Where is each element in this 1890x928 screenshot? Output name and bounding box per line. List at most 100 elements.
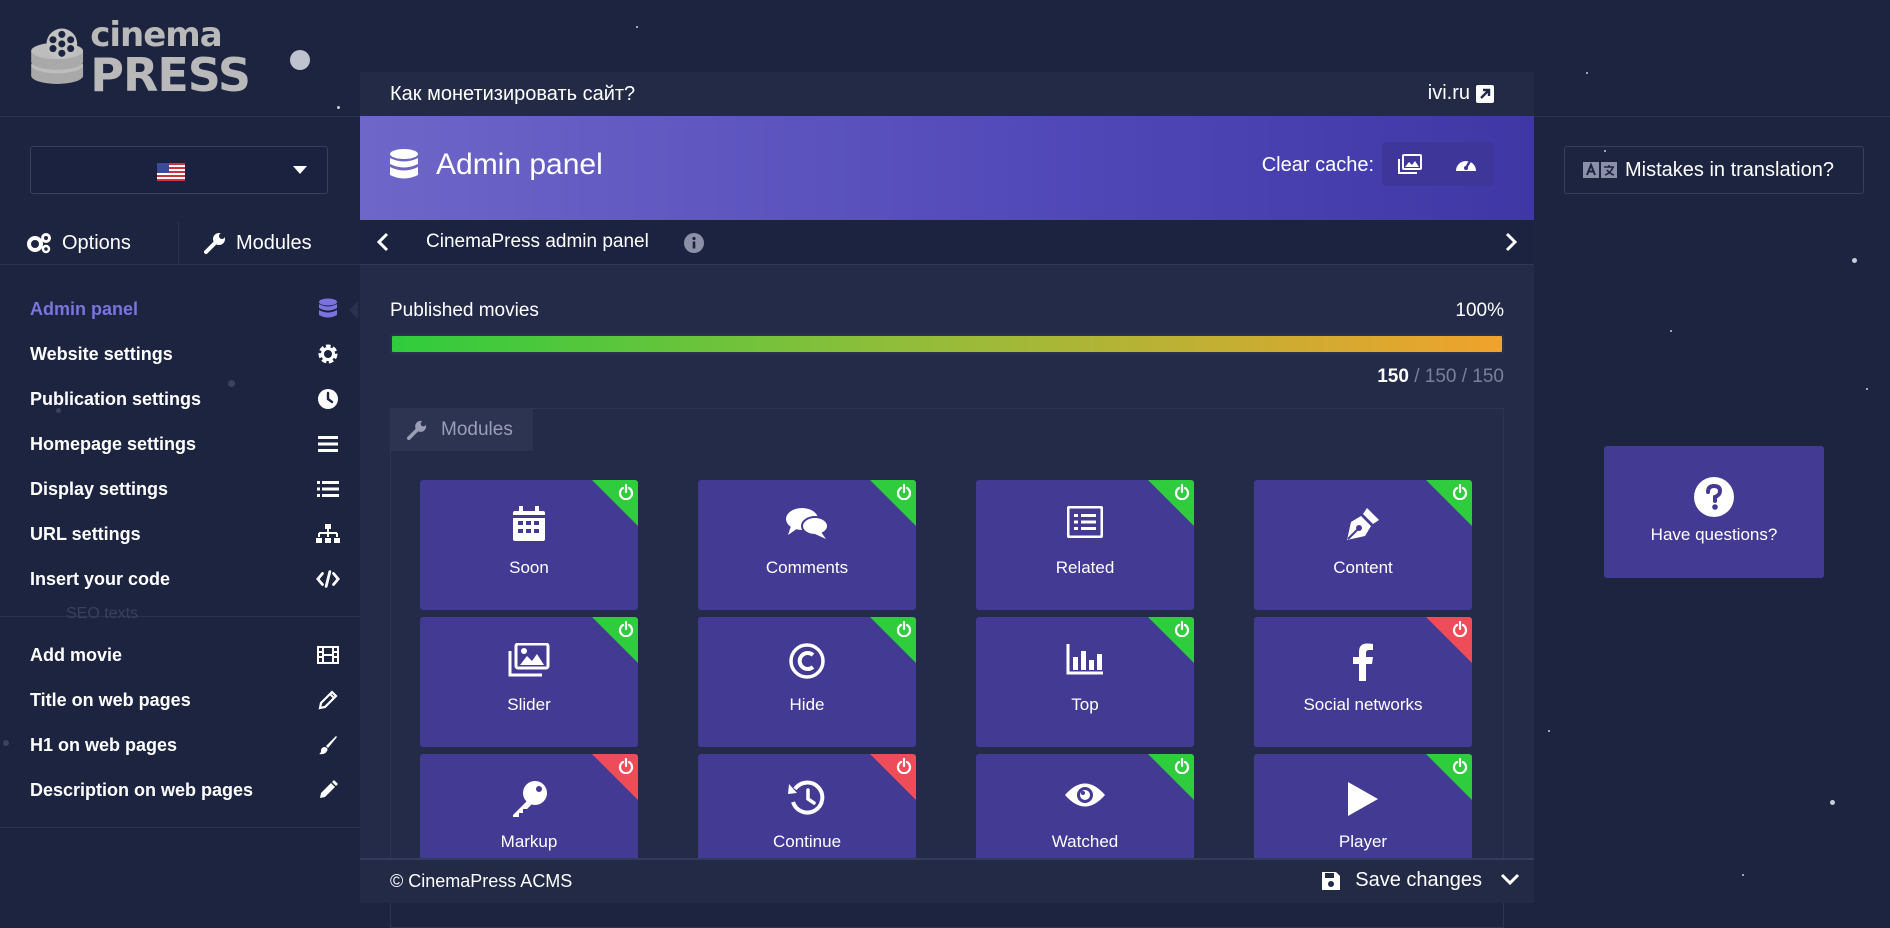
gears-icon (27, 233, 51, 254)
published-count-current: 150 (1377, 366, 1409, 387)
save-changes-button[interactable]: Save changes (1321, 869, 1482, 892)
power-icon[interactable] (1452, 484, 1468, 500)
module-tile-comments[interactable]: Comments (698, 480, 916, 610)
cinemapress-logo[interactable]: cinema PRESS (30, 6, 251, 110)
caret-down-icon (293, 166, 307, 174)
power-icon[interactable] (1174, 484, 1190, 500)
sidebar-item-admin-panel[interactable]: Admin panel (30, 291, 340, 327)
list-alt-icon (1067, 506, 1103, 538)
floppy-disk-icon (1322, 871, 1341, 890)
bg-star (1742, 874, 1744, 876)
module-label: Social networks (1303, 695, 1423, 714)
power-icon[interactable] (618, 758, 634, 774)
monetize-text: Как монетизировать сайт? (390, 83, 636, 105)
sidebar-item-publication-settings[interactable]: Publication settings (30, 381, 340, 417)
ivi-link[interactable]: ivi.ru (1428, 82, 1494, 105)
power-icon[interactable] (1174, 621, 1190, 637)
power-icon[interactable] (1452, 621, 1468, 637)
translate-icon (1583, 162, 1617, 178)
external-link-icon (1476, 84, 1494, 103)
comments-icon (786, 508, 829, 539)
admin-header: Admin panel Clear cache: (360, 116, 1534, 220)
module-label: Related (1055, 558, 1115, 577)
facebook-icon (1353, 643, 1373, 681)
copyright-text: © CinemaPress ACMS (390, 871, 573, 891)
mistakes-label: Mistakes in translation? (1625, 158, 1834, 181)
module-label: Hide (789, 695, 825, 714)
sitemap-icon (316, 524, 340, 543)
module-tile-soon[interactable]: Soon (420, 480, 638, 610)
chevron-right-icon[interactable] (1504, 232, 1518, 252)
module-tile-content[interactable]: Content (1254, 480, 1472, 610)
have-questions-button[interactable]: Have questions? (1604, 446, 1824, 578)
sidebar-item-description-on-pages[interactable]: Description on web pages (30, 772, 340, 808)
power-icon[interactable] (1452, 758, 1468, 774)
tab-modules[interactable]: Modules (204, 222, 312, 264)
module-tile-social-networks[interactable]: Social networks (1254, 617, 1472, 747)
sidebar-item-insert-code[interactable]: Insert your code (30, 561, 340, 597)
power-icon[interactable] (896, 484, 912, 500)
published-movies-label: Published movies (390, 300, 539, 321)
breadcrumb: CinemaPress admin panel (360, 220, 1534, 265)
published-counts: 150 / 150 / 150 (1377, 366, 1504, 388)
module-tile-related[interactable]: Related (976, 480, 1194, 610)
tab-options[interactable]: Options (26, 222, 131, 264)
chart-bar-icon (1066, 644, 1103, 675)
pencil-icon (318, 690, 338, 710)
power-icon[interactable] (618, 484, 634, 500)
bg-star (1670, 330, 1672, 332)
sidebar-item-label: Insert your code (30, 568, 171, 589)
chevron-down-icon[interactable] (1500, 872, 1520, 886)
monetize-bar: Как монетизировать сайт? ivi.ru (360, 72, 1534, 117)
bg-star (1548, 730, 1550, 732)
sidebar-item-homepage-settings[interactable]: Homepage settings (30, 426, 340, 462)
power-icon[interactable] (618, 621, 634, 637)
film-reel-logo-icon (31, 28, 84, 84)
clear-image-cache-button[interactable] (1382, 142, 1438, 186)
module-tile-slider[interactable]: Slider (420, 617, 638, 747)
eye-icon (1065, 783, 1105, 807)
sidebar-item-h1-on-pages[interactable]: H1 on web pages (30, 727, 340, 763)
film-icon (317, 646, 339, 664)
module-label: Slider (507, 695, 551, 714)
clock-icon (318, 389, 338, 409)
images-icon (508, 643, 550, 677)
bars-icon (318, 436, 338, 452)
sidebar-item-website-settings[interactable]: Website settings (30, 336, 340, 372)
sidebar-item-url-settings[interactable]: URL settings (30, 516, 340, 552)
question-circle-icon (1694, 477, 1734, 517)
play-icon (1348, 782, 1378, 816)
sidebar-item-label: Publication settings (30, 388, 202, 409)
power-icon[interactable] (1174, 758, 1190, 774)
mistakes-in-translation-button[interactable]: Mistakes in translation? (1564, 146, 1864, 194)
clear-cache-buttons (1382, 142, 1494, 186)
language-select[interactable] (30, 146, 328, 194)
bg-star (3, 740, 9, 746)
module-tile-top[interactable]: Top (976, 617, 1194, 747)
sidebar-item-display-settings[interactable]: Display settings (30, 471, 340, 507)
sidebar-item-label: Title on web pages (30, 689, 191, 710)
modules-panel-tab[interactable]: Modules (391, 409, 533, 451)
power-icon[interactable] (896, 758, 912, 774)
chevron-left-icon[interactable] (376, 232, 390, 252)
sidebar-item-title-on-pages[interactable]: Title on web pages (30, 682, 340, 718)
sidebar-item-add-movie[interactable]: Add movie (30, 637, 340, 673)
bg-star (636, 26, 638, 28)
gear-icon (318, 344, 338, 364)
active-item-pointer (349, 301, 358, 319)
bg-star (1830, 800, 1835, 805)
ivi-link-label: ivi.ru (1427, 82, 1470, 104)
seo-section-label: SEO texts (66, 605, 139, 622)
code-icon (316, 570, 340, 588)
calendar-icon (513, 506, 545, 541)
power-icon[interactable] (896, 621, 912, 637)
tab-modules-label: Modules (236, 231, 312, 254)
database-icon (319, 298, 337, 318)
module-label: Player (1338, 832, 1388, 851)
tabs-divider (0, 264, 360, 265)
module-label: Comments (765, 558, 849, 577)
clear-speed-cache-button[interactable] (1438, 142, 1494, 186)
info-icon[interactable] (684, 233, 704, 253)
module-tile-hide[interactable]: Hide (698, 617, 916, 747)
sidebar-item-label: Website settings (30, 343, 173, 364)
